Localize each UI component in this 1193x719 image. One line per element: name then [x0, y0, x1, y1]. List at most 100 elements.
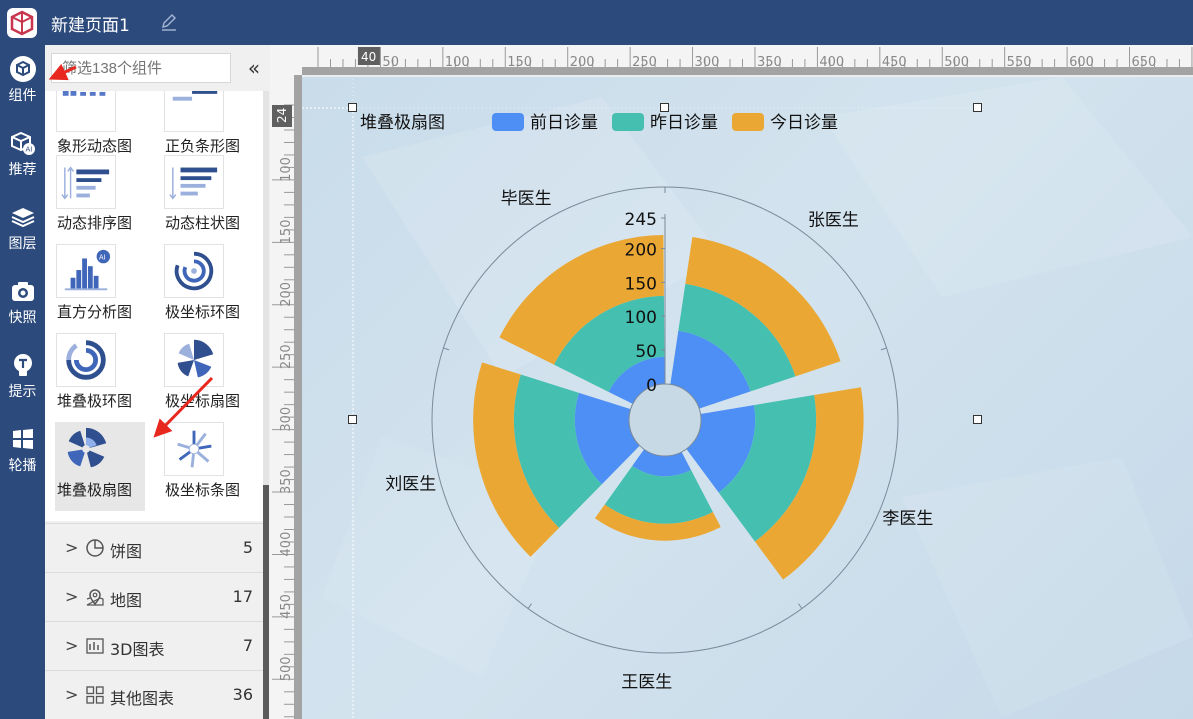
radius-axis-label: 50: [635, 342, 657, 362]
category-count: 7: [242, 636, 253, 655]
category-map[interactable]: > 地图 17: [45, 572, 263, 621]
angle-axis-tick: [798, 603, 803, 609]
polar-sector-icon: [164, 333, 224, 387]
ai-cube-icon: AI: [10, 131, 35, 155]
ruler-top-label: 600: [1069, 55, 1094, 70]
ruler-left-label: 400: [279, 532, 294, 557]
radius-axis-label: 0: [646, 376, 657, 396]
nav-label: 轮播: [8, 458, 37, 474]
ruler-top-label: 50: [382, 55, 399, 70]
polar-ring-icon: [164, 244, 224, 298]
legend-swatch: [732, 113, 764, 131]
ruler-top-label: 650: [1132, 55, 1157, 70]
ruler-left-label: 300: [279, 407, 294, 432]
tile-label: 正负条形图: [165, 137, 241, 155]
tile-histogram[interactable]: AI 直方分析图: [45, 244, 145, 332]
legend-label: 今日诊量: [770, 113, 838, 133]
ruler-top-label: 150: [507, 55, 532, 70]
selection-guide: [302, 107, 354, 719]
pie-icon: [86, 539, 104, 557]
top-bar: 新建页面1: [0, 0, 1193, 45]
nav-item-tips[interactable]: 提示: [0, 345, 45, 417]
chevron-right-icon: >: [65, 538, 79, 557]
histogram-icon: AI: [56, 244, 116, 298]
nav-item-recommend[interactable]: AI 推荐: [0, 123, 45, 195]
component-gallery: 象形动态图 正负条形图 动态排序图 动态柱状图 AI 直方分析图 极坐标环图 堆…: [45, 91, 263, 521]
cube-icon: [9, 56, 36, 82]
angle-axis-tick: [443, 347, 450, 351]
category-pie[interactable]: > 饼图 5: [45, 523, 263, 572]
nav-item-layers[interactable]: 图层: [0, 197, 45, 269]
inner-hole: [628, 383, 702, 457]
tile-label: 极坐标扇图: [165, 392, 241, 410]
nav-label: 组件: [8, 88, 37, 104]
radius-axis-label: 245: [625, 210, 657, 230]
ruler-top-label: 250: [632, 55, 657, 70]
angle-axis-tick: [527, 603, 532, 609]
grid-icon: [86, 686, 104, 704]
polar-bar-icon: [164, 422, 224, 476]
ruler-top-label: 450: [882, 55, 907, 70]
category-label: 毕医生: [501, 189, 552, 209]
stacked-polar-sector-chart[interactable]: 0 50 100 150 200 245 张医生李医生王医生 刘医生 毕医生 堆叠极扇图 前日诊量 昨…: [302, 77, 1193, 719]
tile-stacked-polar-ring[interactable]: 堆叠极环图: [45, 333, 145, 421]
dynamic-sort-icon: [56, 155, 116, 209]
radius-axis-label: 150: [625, 274, 657, 294]
tile-label: 动态柱状图: [165, 214, 241, 232]
category-label: 王医生: [621, 672, 672, 692]
ruler-left-label: 150: [279, 220, 294, 245]
edit-pencil-icon[interactable]: [159, 12, 179, 32]
tile-polar-ring[interactable]: 极坐标环图: [153, 244, 253, 332]
legend-swatch: [612, 113, 644, 131]
ruler-top[interactable]: 5010015020025030035040045050055060065070…: [270, 45, 1193, 75]
category-label: 地图: [110, 591, 143, 610]
ruler-left-label: 450: [279, 594, 294, 619]
selection-guide: [302, 77, 978, 109]
legend-swatch: [492, 113, 524, 131]
layers-icon: [11, 208, 34, 228]
component-search-input[interactable]: [51, 53, 231, 83]
category-label: 李医生: [882, 509, 933, 529]
nav-label: 提示: [8, 384, 37, 400]
stacked-polar-sector-icon: [56, 422, 116, 476]
resize-handle-middle-right[interactable]: [973, 415, 982, 424]
ruler-top-label: 350: [757, 55, 782, 70]
ruler-left-label: 500: [279, 656, 294, 681]
tile-label: 堆叠极扇图: [57, 481, 133, 499]
tile-polar-bar[interactable]: 极坐标条图: [153, 422, 253, 510]
page-title[interactable]: 新建页面1: [51, 11, 130, 36]
resize-handle-middle-left[interactable]: [348, 415, 357, 424]
ruler-top-label: 100: [445, 55, 470, 70]
ruler-top-label: 500: [944, 55, 969, 70]
app-logo-icon[interactable]: [6, 7, 38, 39]
nav-label: 图层: [8, 236, 37, 252]
ruler-left[interactable]: 100 150 200 250 300 350 400 450 500 24: [270, 75, 302, 719]
tile-dynamic-sort[interactable]: 动态排序图: [45, 155, 145, 243]
resize-handle-top-middle[interactable]: [660, 103, 669, 112]
tile-label: 极坐标条图: [165, 481, 241, 499]
tile-dynamic-bar[interactable]: 动态柱状图: [153, 155, 253, 243]
resize-handle-top-right[interactable]: [973, 103, 982, 112]
nav-item-components[interactable]: 组件: [0, 49, 45, 121]
ruler-cursor-x-label: 40: [361, 50, 376, 64]
ruler-top-label: 400: [819, 55, 844, 70]
component-panel: « 象形动态图 正负条形图 动态排序图: [45, 45, 270, 719]
category-label: 刘医生: [385, 474, 436, 494]
tile-label: 堆叠极环图: [57, 392, 133, 410]
category-3d[interactable]: > 3D图表 7: [45, 621, 263, 670]
nav-label: 快照: [8, 310, 37, 326]
category-count: 5: [242, 538, 253, 557]
collapse-panel-button[interactable]: «: [241, 53, 267, 83]
legend-label: 昨日诊量: [650, 113, 718, 133]
panel-scrollbar-thumb[interactable]: [263, 485, 269, 719]
nav-item-carousel[interactable]: 轮播: [0, 419, 45, 491]
tile-label: 象形动态图: [57, 137, 133, 155]
svg-text:AI: AI: [25, 146, 32, 154]
dynamic-bar-icon: [164, 155, 224, 209]
tile-label: 动态排序图: [57, 214, 133, 232]
tile-stacked-polar-sector[interactable]: 堆叠极扇图: [45, 422, 145, 510]
tile-polar-sector[interactable]: 极坐标扇图: [153, 333, 253, 421]
category-other[interactable]: > 其他图表 36: [45, 670, 263, 719]
resize-handle-top-left[interactable]: [348, 103, 357, 112]
nav-item-snapshot[interactable]: 快照: [0, 271, 45, 343]
